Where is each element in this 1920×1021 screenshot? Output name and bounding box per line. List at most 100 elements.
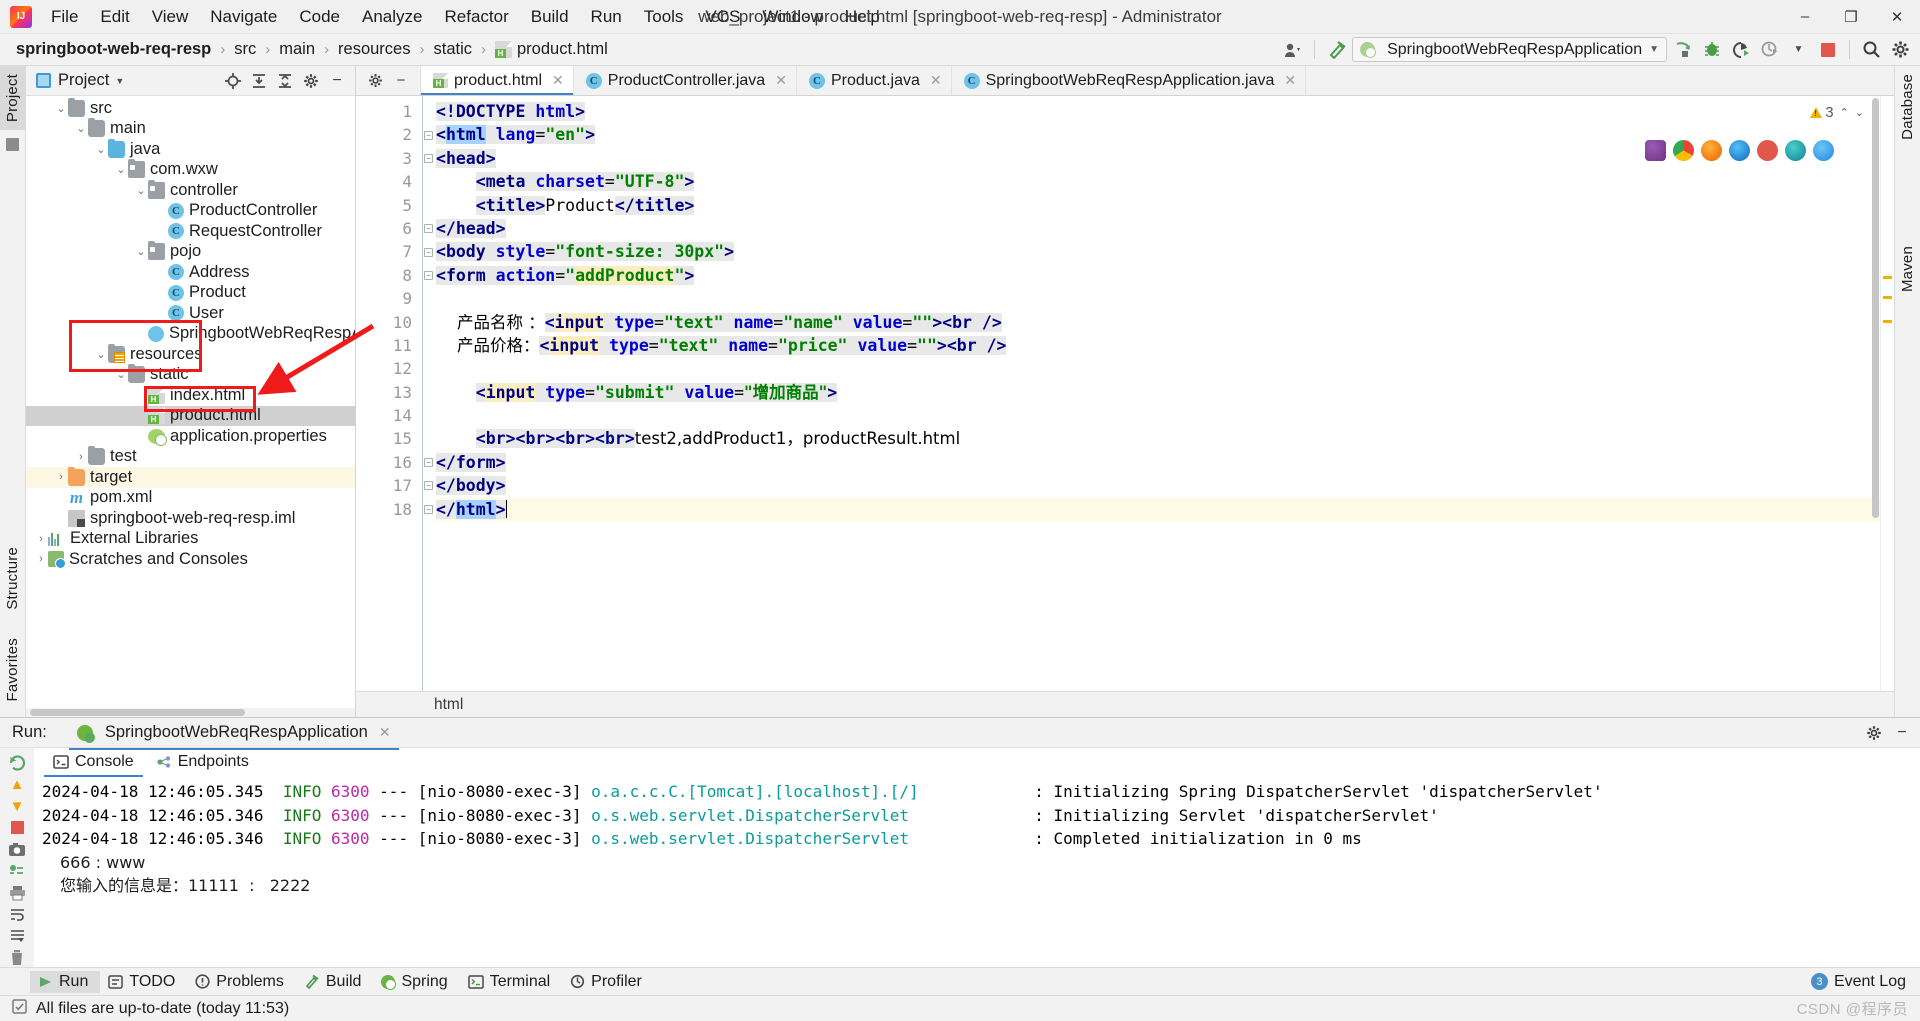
edge-icon[interactable] xyxy=(1785,140,1806,161)
tree-node-resources[interactable]: ⌄ resources xyxy=(26,343,355,365)
tab-endpoints[interactable]: Endpoints xyxy=(147,750,258,774)
stop-icon[interactable] xyxy=(4,818,30,837)
code-line[interactable]: </form> xyxy=(436,451,1880,474)
tree-expand-arrow[interactable]: ⌄ xyxy=(134,245,148,259)
inspection-widget[interactable]: 3 ⌃ ⌄ xyxy=(1810,104,1864,121)
run-icon[interactable] xyxy=(1669,37,1696,62)
code-line[interactable]: <br><br><br><br>test2,addProduct1，produc… xyxy=(436,427,1880,450)
tree-expand-arrow[interactable]: › xyxy=(74,450,88,464)
tree-node-com-wxw[interactable]: ⌄ com.wxw xyxy=(26,159,355,181)
settings-icon[interactable] xyxy=(1887,37,1914,62)
breadcrumb-item-main[interactable]: main xyxy=(277,39,317,60)
tree-node-pojo[interactable]: ⌄ pojo xyxy=(26,241,355,263)
menu-window[interactable]: Window xyxy=(751,4,833,30)
tab-productcontroller-java[interactable]: C ProductController.java ✕ xyxy=(574,66,797,95)
tool-tab-problems[interactable]: Problems xyxy=(187,971,296,993)
project-tree-hscrollbar[interactable] xyxy=(26,708,355,717)
close-icon[interactable]: ✕ xyxy=(930,72,942,89)
tree-node-test[interactable]: › test xyxy=(26,446,355,468)
maximize-button[interactable]: ❐ xyxy=(1828,0,1874,34)
sidebar-tab-project[interactable]: Project xyxy=(0,66,25,131)
tree-node-scratches-and-consoles[interactable]: › Scratches and Consoles xyxy=(26,549,355,570)
code-fold-toggle[interactable]: − xyxy=(424,224,433,234)
print-icon[interactable] xyxy=(4,883,30,902)
tree-expand-arrow[interactable]: ⌄ xyxy=(54,101,68,115)
tab-springbootwebreqrespapplication-java[interactable]: C SpringbootWebReqRespApplication.java ✕ xyxy=(952,66,1307,95)
tree-expand-arrow[interactable]: ⌄ xyxy=(134,183,148,197)
run-configuration-selector[interactable]: SpringbootWebReqRespApplication ▼ xyxy=(1352,37,1667,62)
code-line[interactable]: </html> xyxy=(436,497,1880,522)
gear-icon[interactable] xyxy=(299,70,323,92)
minimize-icon[interactable]: − xyxy=(1890,722,1914,744)
tool-tab-spring[interactable]: Spring xyxy=(373,971,459,993)
code-content[interactable]: <!DOCTYPE html> <html lang="en"> <head> <m… xyxy=(436,96,1880,691)
code-line[interactable] xyxy=(436,287,1880,310)
menu-view[interactable]: View xyxy=(141,4,200,30)
editor-bottom-breadcrumb[interactable]: html xyxy=(356,691,1894,717)
expand-all-icon[interactable] xyxy=(247,70,271,92)
menu-help[interactable]: Help xyxy=(834,4,891,30)
trash-icon[interactable] xyxy=(4,948,30,967)
locate-icon[interactable] xyxy=(221,70,245,92)
stripe-warning-mark[interactable] xyxy=(1883,296,1892,299)
tool-tab-todo[interactable]: TODO xyxy=(100,971,187,993)
code-fold-toggle[interactable]: − xyxy=(424,130,433,140)
menu-file[interactable]: File xyxy=(40,4,89,30)
event-log-button[interactable]: 3 Event Log xyxy=(1810,973,1906,991)
code-fold-toggle[interactable]: − xyxy=(424,504,433,514)
tree-node-user[interactable]: ›CUser xyxy=(26,303,355,324)
tree-expand-arrow[interactable]: › xyxy=(34,532,48,546)
tree-node-src[interactable]: ⌄ src xyxy=(26,97,355,119)
tab-console[interactable]: Console xyxy=(44,750,143,777)
tree-expand-arrow[interactable]: ⌄ xyxy=(94,347,108,361)
code-fold-toggle[interactable]: − xyxy=(424,270,433,280)
tab-product-html[interactable]: product.html ✕ xyxy=(421,66,574,95)
tree-node-index-html[interactable]: ›index.html xyxy=(26,385,355,406)
structure-small-icon[interactable] xyxy=(6,138,19,152)
close-button[interactable]: ✕ xyxy=(1874,0,1920,34)
run-with-coverage-icon[interactable] xyxy=(1727,37,1754,62)
hide-panel-icon[interactable]: − xyxy=(325,70,349,92)
dropdown-caret-icon[interactable]: ▼ xyxy=(1785,37,1812,62)
hammer-build-icon[interactable] xyxy=(1323,37,1350,62)
up-icon[interactable]: ▲ xyxy=(4,775,30,794)
edge-legacy-icon[interactable] xyxy=(1729,140,1750,161)
breadcrumb-item-src[interactable]: src xyxy=(232,39,258,60)
breadcrumb-item-static[interactable]: static xyxy=(431,39,474,60)
scroll-to-end-icon[interactable] xyxy=(4,927,30,946)
tree-node-external-libraries[interactable]: › External Libraries xyxy=(26,529,355,550)
profiler-icon[interactable] xyxy=(1756,37,1783,62)
collapse-all-icon[interactable] xyxy=(273,70,297,92)
menu-build[interactable]: Build xyxy=(520,4,580,30)
tree-node-springboot-web-req-resp-iml[interactable]: ›springboot-web-req-resp.iml xyxy=(26,508,355,529)
close-icon[interactable]: ✕ xyxy=(1284,72,1296,89)
error-stripe[interactable] xyxy=(1880,96,1894,691)
tree-node-main[interactable]: ⌄ main xyxy=(26,118,355,140)
tree-node-application-properties[interactable]: ›application.properties xyxy=(26,426,355,447)
menu-edit[interactable]: Edit xyxy=(89,4,140,30)
close-icon[interactable]: ✕ xyxy=(552,72,564,89)
menu-code[interactable]: Code xyxy=(288,4,351,30)
tree-node-static[interactable]: ⌄ static xyxy=(26,364,355,386)
code-fold-toggle[interactable]: − xyxy=(424,153,433,163)
settings-icon[interactable] xyxy=(1862,722,1886,744)
tree-node-springbootwebreqrespapplic[interactable]: ›SpringbootWebReqRespApplic xyxy=(26,324,355,345)
opera-icon[interactable] xyxy=(1757,140,1778,161)
sidebar-tab-maven[interactable]: Maven xyxy=(1895,238,1920,300)
code-line[interactable]: <!DOCTYPE html> xyxy=(436,100,1880,123)
menu-tools[interactable]: Tools xyxy=(633,4,695,30)
tree-expand-arrow[interactable]: › xyxy=(34,552,48,566)
warning-badge[interactable]: 3 xyxy=(1810,104,1834,121)
search-everywhere-icon[interactable] xyxy=(1858,37,1885,62)
tree-expand-arrow[interactable]: ⌄ xyxy=(114,163,128,177)
tool-tab-profiler[interactable]: Profiler xyxy=(562,971,654,993)
run-tab-application[interactable]: SpringbootWebReqRespApplication ✕ xyxy=(68,720,399,750)
chevron-up-icon[interactable]: ⌃ xyxy=(1840,106,1849,119)
soft-wrap-icon[interactable] xyxy=(4,905,30,924)
code-line[interactable]: <form action="addProduct"> xyxy=(436,264,1880,287)
project-tree[interactable]: ⌄src⌄main⌄java⌄com.wxw⌄controller›CProdu… xyxy=(26,96,355,708)
tree-node-target[interactable]: › target xyxy=(26,466,355,488)
tool-tab-run[interactable]: Run xyxy=(30,970,101,993)
menu-navigate[interactable]: Navigate xyxy=(199,4,288,30)
tree-expand-arrow[interactable]: › xyxy=(54,470,68,484)
